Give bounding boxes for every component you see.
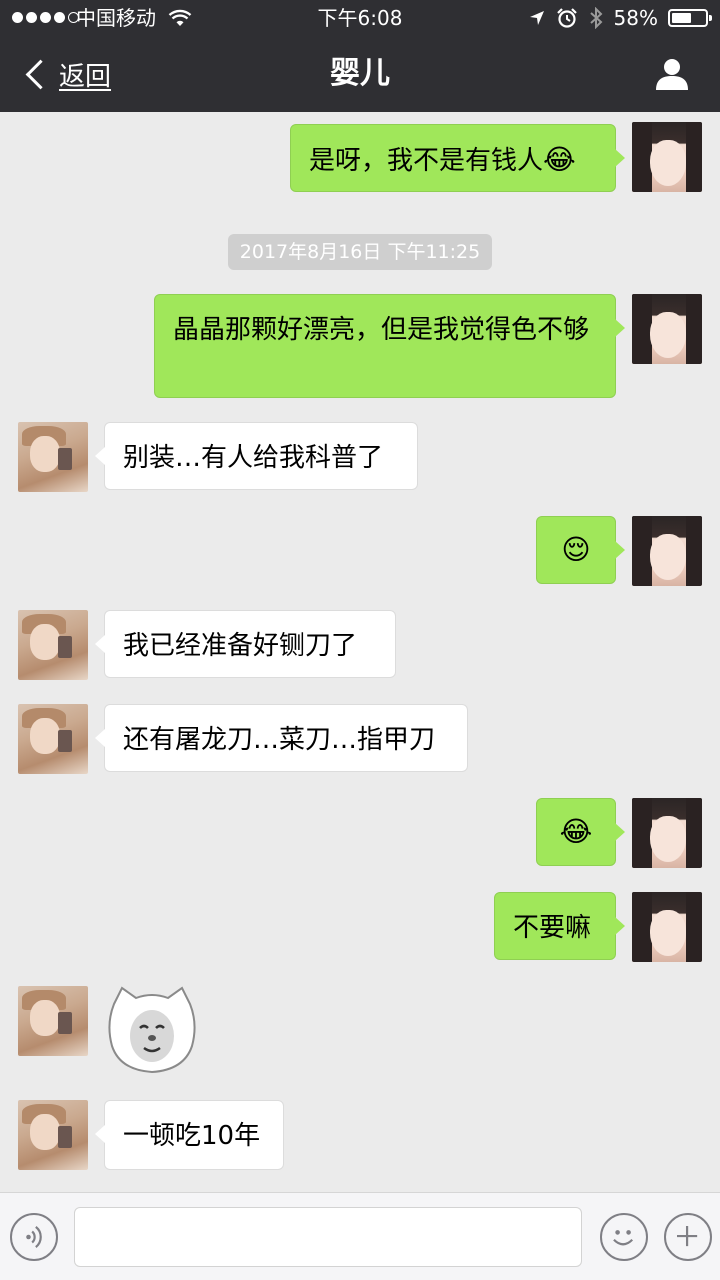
message-bubble-other[interactable]: 别装…有人给我科普了 [95, 422, 418, 490]
message-list[interactable]: 是呀，我不是有钱人😂 2017年8月16日 下午11:25 晶晶那颗好漂亮，但是… [0, 112, 720, 1192]
message-bubble-other[interactable]: 一顿吃10年 [95, 1100, 284, 1170]
voice-icon[interactable] [10, 1213, 58, 1261]
emoji-icon[interactable] [600, 1213, 648, 1261]
bluetooth-icon [589, 7, 602, 29]
message-bubble-other[interactable]: 还有屠龙刀…菜刀…指甲刀 [95, 704, 468, 772]
avatar-other[interactable] [18, 422, 88, 492]
battery-icon [668, 9, 712, 27]
avatar-other[interactable] [18, 1100, 88, 1170]
location-arrow-icon [529, 11, 544, 25]
plus-icon[interactable] [664, 1213, 712, 1261]
status-right-icons: 58% [528, 6, 712, 30]
avatar-other[interactable] [18, 610, 88, 680]
avatar-other[interactable] [18, 704, 88, 774]
message-text: 一顿吃10年 [123, 1121, 261, 1151]
avatar-self[interactable] [632, 294, 702, 364]
message-timestamp: 2017年8月16日 下午11:25 [228, 234, 492, 270]
nav-bar: 返回 婴儿 [0, 36, 720, 112]
battery-percent: 58% [613, 6, 658, 30]
relieved-face-emoji-icon: 😌 [561, 533, 591, 566]
message-text: 还有屠龙刀…菜刀…指甲刀 [123, 725, 436, 755]
message-text: 是呀，我不是有钱人 [309, 146, 544, 176]
chat-screen: 中国移动 下午6:08 58% 返回 婴儿 是呀，我不是有钱人😂 2017年8月… [0, 0, 720, 1280]
laughing-crying-emoji-icon: 😂 [543, 143, 576, 176]
message-text: 不要嘛 [513, 913, 592, 943]
input-bar [0, 1192, 720, 1280]
avatar-self[interactable] [632, 892, 702, 962]
message-bubble-other[interactable]: 我已经准备好铡刀了 [95, 610, 396, 678]
message-input[interactable] [74, 1207, 582, 1267]
message-text: 别装…有人给我科普了 [123, 443, 384, 473]
message-bubble-self[interactable]: 是呀，我不是有钱人😂 [290, 124, 625, 192]
laughing-crying-emoji-icon: 😂 [559, 815, 593, 848]
chat-title: 婴儿 [330, 56, 390, 91]
message-bubble-self[interactable]: 晶晶那颗好漂亮，但是我觉得色不够 [154, 294, 625, 398]
message-text: 我已经准备好铡刀了 [123, 631, 358, 661]
avatar-self[interactable] [632, 516, 702, 586]
message-bubble-self[interactable]: 😌 [536, 516, 625, 584]
avatar-other[interactable] [18, 986, 88, 1056]
person-icon[interactable] [654, 56, 690, 92]
status-bar: 中国移动 下午6:08 58% [0, 0, 720, 36]
avatar-self[interactable] [632, 122, 702, 192]
alarm-icon [556, 8, 577, 28]
cat-face-sticker[interactable] [104, 984, 200, 1076]
message-bubble-self[interactable]: 不要嘛 [494, 892, 625, 960]
message-bubble-self[interactable]: 😂 [536, 798, 625, 866]
battery-level [672, 13, 691, 23]
message-text: 晶晶那颗好漂亮，但是我觉得色不够 [173, 315, 590, 345]
avatar-self[interactable] [632, 798, 702, 868]
